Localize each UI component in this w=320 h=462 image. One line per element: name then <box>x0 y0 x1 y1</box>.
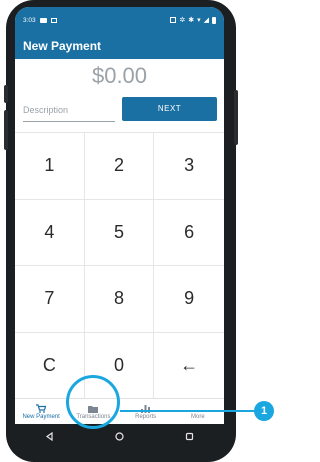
message-icon <box>39 18 47 23</box>
description-input[interactable]: Description <box>23 99 115 122</box>
home-nav-icon[interactable] <box>115 428 124 446</box>
vibrate-icon: ✲ <box>179 17 186 24</box>
amount-display: $0.00 <box>91 63 148 88</box>
callout-line <box>120 410 256 412</box>
system-nav-bar <box>15 424 224 450</box>
side-button <box>4 85 8 103</box>
key-5[interactable]: 5 <box>84 199 155 266</box>
keypad: 1 2 3 4 5 6 7 8 9 C 0 ← <box>15 132 224 399</box>
app-bar: New Payment <box>15 33 224 59</box>
wifi-icon: ▾ <box>197 17 201 24</box>
power-button <box>234 90 238 145</box>
key-8[interactable]: 8 <box>84 266 155 333</box>
volume-button <box>4 110 8 150</box>
back-nav-icon[interactable] <box>45 428 54 446</box>
cart-icon <box>36 404 47 413</box>
key-3[interactable]: 3 <box>154 133 224 200</box>
key-9[interactable]: 9 <box>154 266 224 333</box>
key-backspace[interactable]: ← <box>154 333 224 399</box>
photo-icon <box>50 18 57 23</box>
tab-new-payment[interactable]: New Payment <box>15 399 67 424</box>
key-7[interactable]: 7 <box>15 266 85 333</box>
tab-label: New Payment <box>22 414 60 420</box>
nfc-icon <box>170 17 177 23</box>
screen: 3:03 ✲ ✱ ▾ ◢ New Payment $0.00 Descripti… <box>15 7 224 424</box>
tab-label: Reports <box>135 414 157 420</box>
bluetooth-icon: ✱ <box>188 17 195 24</box>
callout-highlight-circle <box>66 375 120 429</box>
key-1[interactable]: 1 <box>15 133 85 200</box>
key-4[interactable]: 4 <box>15 199 85 266</box>
next-button[interactable]: NEXT <box>122 97 217 121</box>
battery-icon <box>212 16 216 24</box>
status-bar: 3:03 ✲ ✱ ▾ ◢ <box>15 7 224 33</box>
status-time: 3:03 <box>23 17 36 24</box>
page-title: New Payment <box>23 39 102 53</box>
key-2[interactable]: 2 <box>84 133 155 200</box>
signal-icon: ◢ <box>203 17 209 24</box>
key-6[interactable]: 6 <box>154 200 224 266</box>
tab-label: More <box>191 414 205 420</box>
recents-nav-icon[interactable] <box>185 428 194 446</box>
callout-number-badge: 1 <box>254 401 274 421</box>
